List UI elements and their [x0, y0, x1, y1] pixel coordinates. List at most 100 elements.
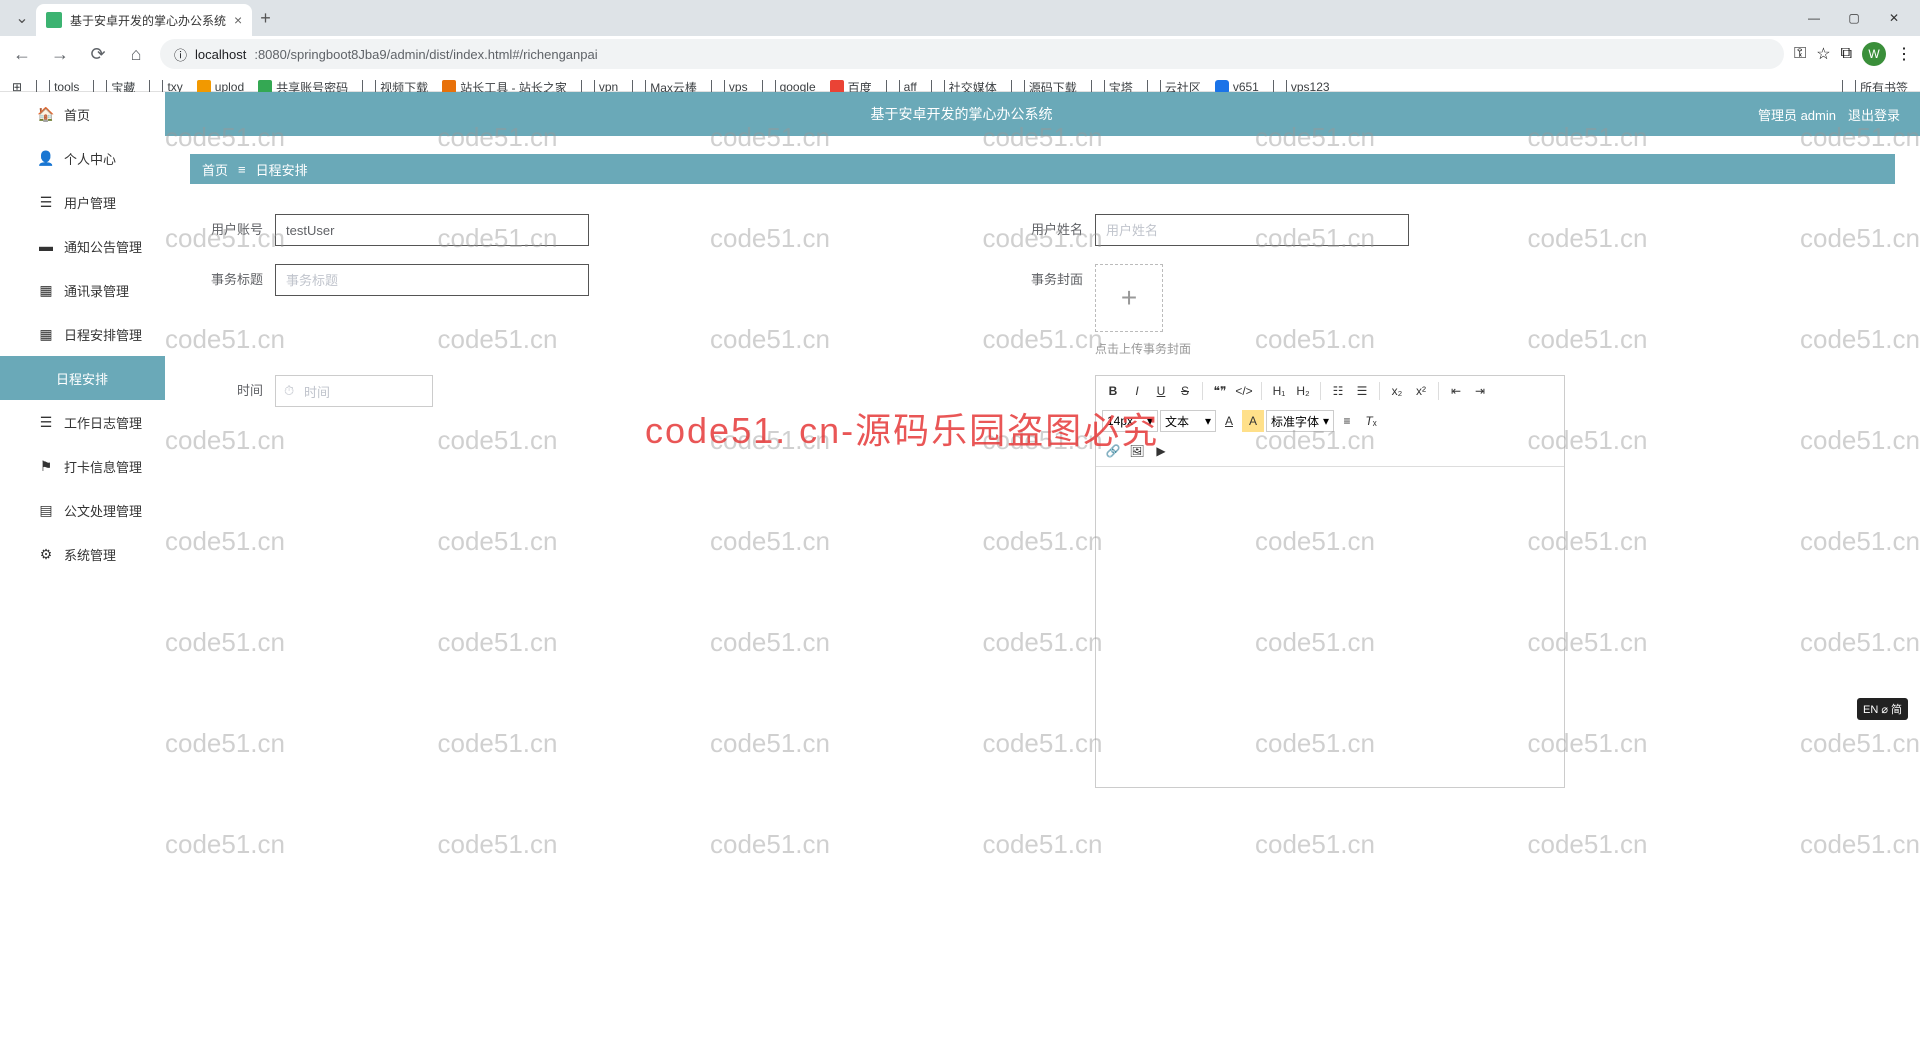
url-path: :8080/springboot8Jba9/admin/dist/index.h…: [254, 47, 597, 62]
profile-avatar[interactable]: W: [1862, 42, 1886, 66]
url-host: localhost: [195, 47, 246, 62]
extensions-icon[interactable]: ⧉: [1841, 45, 1852, 63]
breadcrumb-sep: ≡: [238, 162, 246, 177]
field-label: 用户账号: [195, 214, 275, 246]
text-color-button[interactable]: A: [1218, 410, 1240, 432]
app-root: 🏠首页 👤个人中心 ☰用户管理 ▬通知公告管理 ▦通讯录管理 ▦日程安排管理 日…: [0, 92, 1920, 1030]
breadcrumb-current: 日程安排: [256, 160, 308, 179]
gear-icon: ⚙: [38, 546, 54, 562]
code-button[interactable]: </>: [1233, 380, 1255, 402]
sidebar-item-users[interactable]: ☰用户管理: [0, 180, 165, 224]
font-family-select[interactable]: 文本▾: [1160, 410, 1216, 432]
back-button[interactable]: ←: [8, 40, 36, 68]
upload-cover-button[interactable]: +: [1095, 264, 1163, 332]
sidebar: 🏠首页 👤个人中心 ☰用户管理 ▬通知公告管理 ▦通讯录管理 ▦日程安排管理 日…: [0, 92, 165, 1030]
window-controls: — ▢ ✕: [1800, 11, 1920, 25]
indent-button[interactable]: ⇤: [1445, 380, 1467, 402]
main-content: 基于安卓开发的掌心办公系统 管理员 admin 退出登录 首页 ≡ 日程安排 用…: [165, 92, 1920, 1030]
flag-icon: ⚑: [38, 458, 54, 474]
close-icon[interactable]: ×: [234, 12, 242, 28]
grid-icon: ▦: [38, 282, 54, 298]
favicon-icon: [46, 12, 62, 28]
h2-button[interactable]: H₂: [1292, 380, 1314, 402]
tab-bar: ⌄ 基于安卓开发的掌心办公系统 × + — ▢ ✕: [0, 0, 1920, 36]
app-title: 基于安卓开发的掌心办公系统: [165, 104, 1758, 124]
field-label: 事务封面: [1015, 264, 1095, 296]
sidebar-item-notices[interactable]: ▬通知公告管理: [0, 224, 165, 268]
sidebar-item-checkin[interactable]: ⚑打卡信息管理: [0, 444, 165, 488]
current-user: 管理员 admin: [1758, 105, 1836, 124]
bg-color-button[interactable]: A: [1242, 410, 1264, 432]
minimize-button[interactable]: —: [1800, 11, 1828, 25]
browser-tab[interactable]: 基于安卓开发的掌心办公系统 ×: [36, 4, 252, 36]
user-account-input[interactable]: [275, 214, 589, 246]
reload-button[interactable]: ⟳: [84, 40, 112, 68]
field-label: 事务标题: [195, 264, 275, 296]
sidebar-item-contacts[interactable]: ▦通讯录管理: [0, 268, 165, 312]
editor-toolbar: B I U S ❝❞ </> H₁ H₂: [1096, 376, 1564, 467]
align-button[interactable]: ≡: [1336, 410, 1358, 432]
key-icon[interactable]: ⚿: [1794, 45, 1806, 63]
breadcrumb: 首页 ≡ 日程安排: [190, 154, 1895, 184]
task-title-input[interactable]: [275, 264, 589, 296]
app-header: 基于安卓开发的掌心办公系统 管理员 admin 退出登录: [165, 92, 1920, 136]
clear-format-button[interactable]: Tₓ: [1360, 410, 1382, 432]
close-window-button[interactable]: ✕: [1880, 11, 1908, 25]
ol-button[interactable]: ☷: [1327, 380, 1349, 402]
users-icon: ☰: [38, 194, 54, 210]
sidebar-item-worklog[interactable]: ☰工作日志管理: [0, 400, 165, 444]
sidebar-item-home[interactable]: 🏠首页: [0, 92, 165, 136]
sidebar-item-system[interactable]: ⚙系统管理: [0, 532, 165, 576]
forward-button[interactable]: →: [46, 40, 74, 68]
superscript-button[interactable]: x²: [1410, 380, 1432, 402]
ime-indicator[interactable]: EN ⌀ 简: [1857, 698, 1908, 720]
maximize-button[interactable]: ▢: [1840, 11, 1868, 25]
quote-button[interactable]: ❝❞: [1209, 380, 1231, 402]
subscript-button[interactable]: x₂: [1386, 380, 1408, 402]
field-task-title: 事务标题: [195, 264, 795, 357]
field-task-cover: 事务封面 + 点击上传事务封面: [1015, 264, 1191, 357]
h1-button[interactable]: H₁: [1268, 380, 1290, 402]
time-picker[interactable]: 时间: [275, 375, 433, 407]
watermark-big: code51. cn-源码乐园盗图必究: [645, 402, 1159, 454]
logout-link[interactable]: 退出登录: [1848, 105, 1900, 124]
sidebar-item-docs[interactable]: ▤公文处理管理: [0, 488, 165, 532]
underline-button[interactable]: U: [1150, 380, 1172, 402]
tabs-dropdown-icon[interactable]: ⌄: [8, 4, 36, 32]
site-info-icon[interactable]: ⓘ: [174, 45, 187, 64]
italic-button[interactable]: I: [1126, 380, 1148, 402]
user-icon: 👤: [38, 150, 54, 166]
browser-chrome: ⌄ 基于安卓开发的掌心办公系统 × + — ▢ ✕ ← → ⟳ ⌂ ⓘ loca…: [0, 0, 1920, 92]
plus-icon: +: [1121, 282, 1137, 314]
field-user-name: 用户姓名: [1015, 214, 1409, 246]
bookmark-star-icon[interactable]: ☆: [1816, 44, 1830, 64]
tab-title: 基于安卓开发的掌心办公系统: [70, 12, 226, 29]
user-name-input[interactable]: [1095, 214, 1409, 246]
home-button[interactable]: ⌂: [122, 40, 150, 68]
std-font-select[interactable]: 标准字体▾: [1266, 410, 1334, 432]
field-label: 时间: [195, 375, 275, 407]
home-icon: 🏠: [38, 106, 54, 122]
doc-icon: ▤: [38, 502, 54, 518]
url-input[interactable]: ⓘ localhost :8080/springboot8Jba9/admin/d…: [160, 39, 1784, 69]
sidebar-item-schedule[interactable]: 日程安排: [0, 356, 165, 400]
bold-button[interactable]: B: [1102, 380, 1124, 402]
form: 用户账号 用户姓名 事务标题 事务封面 +: [165, 184, 1920, 806]
editor-content[interactable]: [1096, 467, 1564, 787]
breadcrumb-home[interactable]: 首页: [202, 160, 228, 179]
field-label: 用户姓名: [1015, 214, 1095, 246]
upload-hint: 点击上传事务封面: [1095, 340, 1191, 357]
outdent-button[interactable]: ⇥: [1469, 380, 1491, 402]
sidebar-item-profile[interactable]: 👤个人中心: [0, 136, 165, 180]
rich-text-editor: B I U S ❝❞ </> H₁ H₂: [1095, 375, 1565, 788]
ul-button[interactable]: ☰: [1351, 380, 1373, 402]
notice-icon: ▬: [38, 238, 54, 254]
sidebar-item-schedule-mgr[interactable]: ▦日程安排管理: [0, 312, 165, 356]
strike-button[interactable]: S: [1174, 380, 1196, 402]
new-tab-button[interactable]: +: [260, 8, 271, 29]
list-icon: ☰: [38, 414, 54, 430]
menu-icon[interactable]: ⋮: [1896, 44, 1912, 64]
grid-icon: ▦: [38, 326, 54, 342]
address-bar: ← → ⟳ ⌂ ⓘ localhost :8080/springboot8Jba9…: [0, 36, 1920, 72]
field-user-account: 用户账号: [195, 214, 795, 246]
